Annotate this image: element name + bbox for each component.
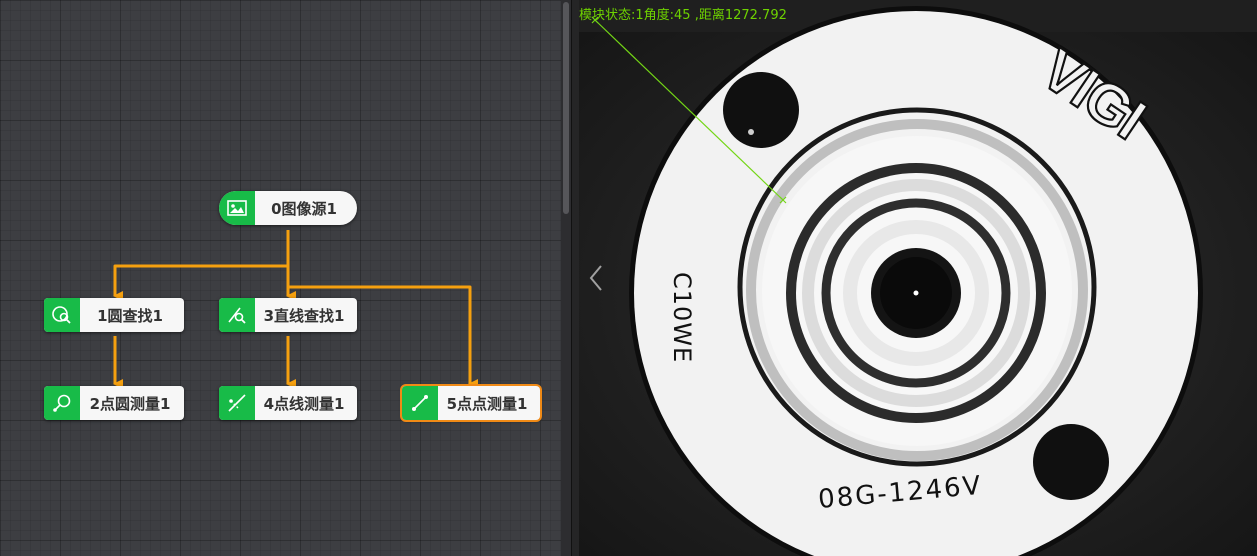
inspection-image: VIGI C10WE 08G-1246V [579,6,1257,556]
mount-hole-top [723,72,799,148]
flow-node-image-source[interactable]: 0图像源1 [219,191,357,225]
mount-hole-bottom [1033,424,1109,500]
point-point-measure-icon [402,386,438,420]
flow-node-label: 4点线测量1 [263,394,345,413]
image-viewer[interactable]: VIGI C10WE 08G-1246V 模块状态:1角度:45 ,距离1272… [579,0,1257,556]
flow-scrollbar[interactable] [561,0,571,556]
flow-node-circle-find[interactable]: 1圆查找1 [44,298,184,332]
flow-node-label: 5点点测量1 [446,394,528,413]
circle-search-icon [44,298,80,332]
flow-node-line-find[interactable]: 3直线查找1 [219,298,357,332]
flow-node-label: 0图像源1 [271,199,337,218]
connector-0-1 [113,230,290,301]
flow-node-label: 3直线查找1 [263,306,345,325]
flow-connectors [113,230,478,389]
point-line-measure-icon [219,386,255,420]
flow-node-point-circle-measure[interactable]: 2点圆测量1 [44,386,184,420]
flow-node-label: 2点圆测量1 [89,394,171,413]
flow-node-point-point-measure[interactable]: 5点点测量1 [402,386,540,420]
previous-image-button[interactable] [585,262,609,294]
flow-node-label: 1圆查找1 [97,306,163,325]
line-search-icon [219,298,255,332]
chevron-left-icon [589,265,602,291]
flow-scrollbar-thumb[interactable] [563,2,569,214]
flow-node-point-line-measure[interactable]: 4点线测量1 [219,386,357,420]
point-circle-measure-icon [44,386,80,420]
module-status-text: 模块状态:1角度:45 ,距离1272.792 [579,8,787,23]
flow-canvas[interactable]: 0图像源1 1圆查找1 3直线查找1 2点圆测量1 4点线测量1 5点点测量1 [0,0,561,556]
image-icon [219,191,255,225]
side-code-engraving: C10WE [668,272,696,363]
